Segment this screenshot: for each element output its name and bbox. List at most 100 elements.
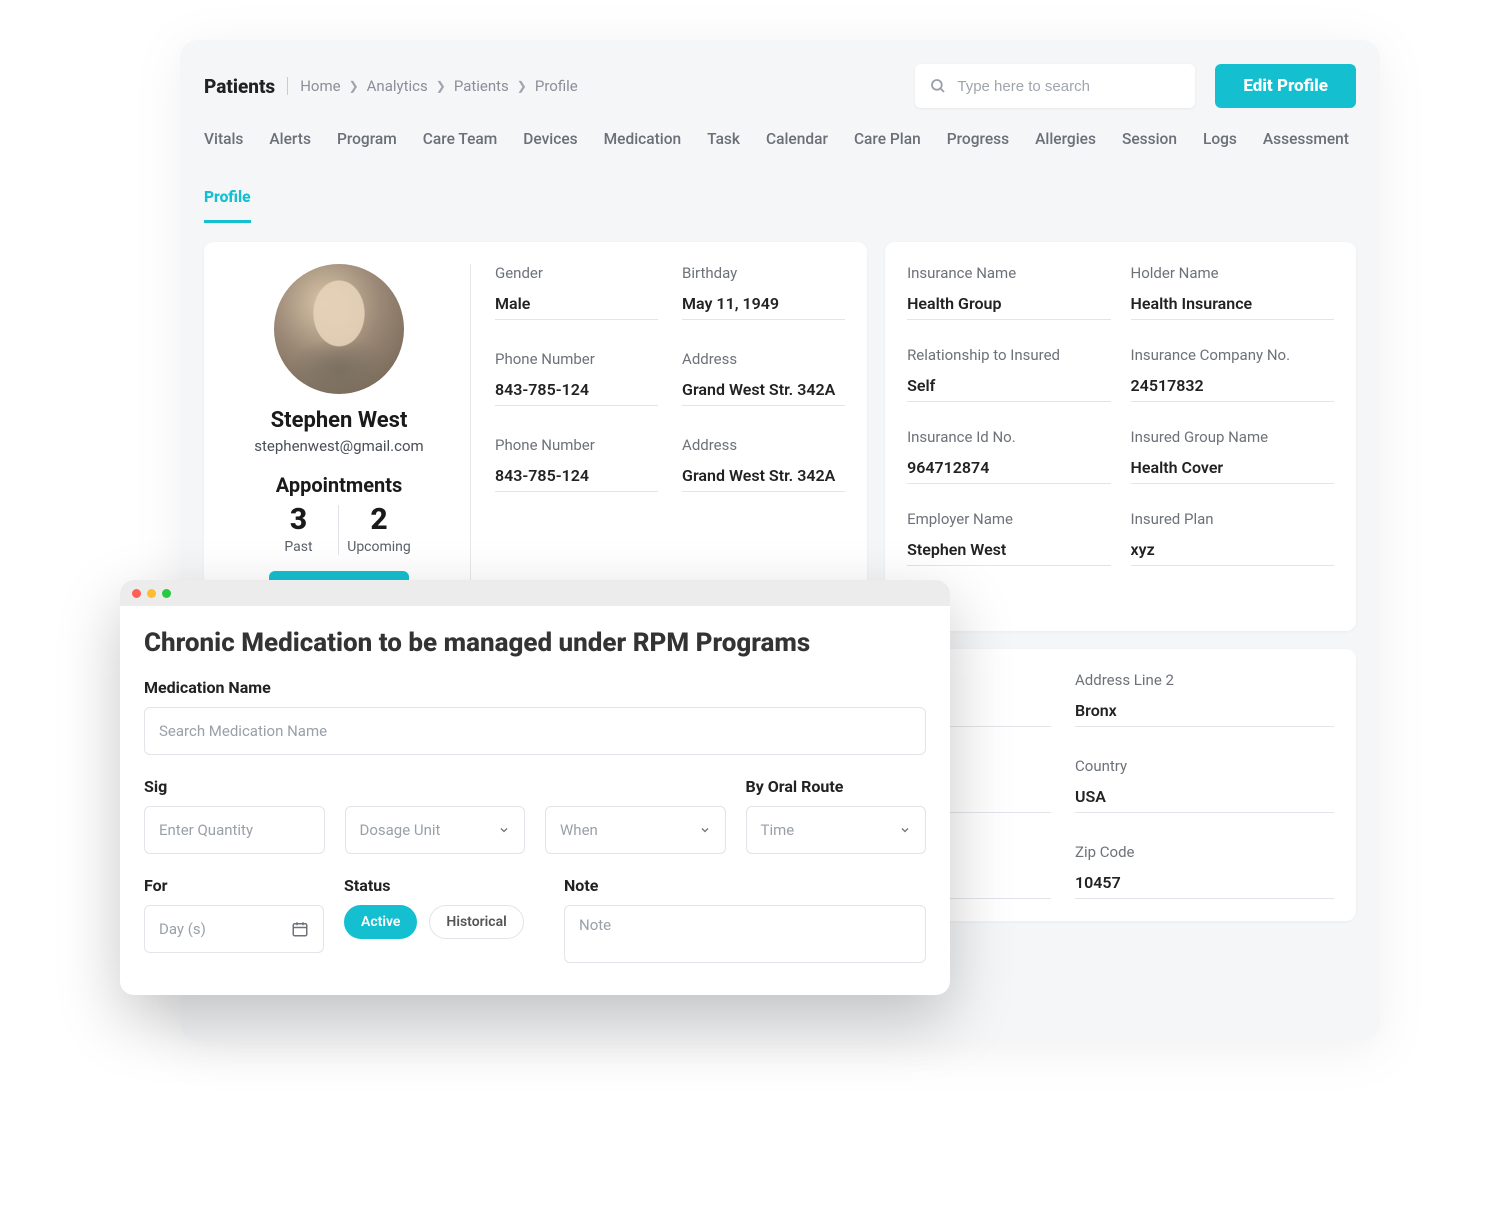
profile-column: Stephen West stephenwest@gmail.com Appoi…: [226, 264, 471, 609]
field-label: Gender: [495, 264, 658, 282]
field: Zip Code10457: [1075, 843, 1334, 899]
quantity-field[interactable]: [159, 821, 310, 839]
tab-devices[interactable]: Devices: [523, 130, 577, 162]
field: Insurance NameHealth Group: [907, 264, 1110, 320]
tab-care-team[interactable]: Care Team: [423, 130, 498, 162]
field-value: xyz: [1131, 540, 1334, 566]
status-historical-pill[interactable]: Historical: [429, 905, 523, 939]
field-value: USA: [1075, 787, 1334, 813]
field-value: 24517832: [1131, 376, 1334, 402]
upcoming-count: 2: [347, 505, 411, 535]
maximize-icon[interactable]: [162, 589, 171, 598]
when-placeholder: When: [560, 821, 598, 839]
tab-care-plan[interactable]: Care Plan: [854, 130, 921, 162]
separator: [287, 77, 288, 95]
status-active-pill[interactable]: Active: [344, 905, 417, 939]
insurance-card: Insurance NameHealth Group Holder Name Hea…: [885, 242, 1356, 631]
field: Address Grand West Str. 342A: [682, 436, 845, 492]
search-icon: [929, 77, 947, 95]
field-value: Grand West Str. 342A: [682, 380, 845, 406]
for-days-field[interactable]: [159, 920, 291, 938]
field: Holder Name Health Insurance: [1131, 264, 1334, 320]
field-value: Health Insurance: [1131, 294, 1334, 320]
tab-calendar[interactable]: Calendar: [766, 130, 828, 162]
note-label: Note: [564, 876, 926, 895]
field-label: Insurance Company No.: [1131, 346, 1334, 364]
tab-progress[interactable]: Progress: [947, 130, 1009, 162]
patient-name: Stephen West: [226, 408, 452, 433]
chevron-down-icon: [699, 824, 711, 836]
upcoming-label: Upcoming: [347, 539, 411, 555]
field: Relationship to InsuredSelf: [907, 346, 1110, 402]
edit-profile-button[interactable]: Edit Profile: [1215, 64, 1356, 108]
medication-name-input[interactable]: [144, 707, 926, 755]
field-value: 843-785-124: [495, 380, 658, 406]
field: Insured Planxyz: [1131, 510, 1334, 566]
status-label: Status: [344, 876, 544, 895]
time-select[interactable]: Time: [746, 806, 927, 854]
appointments-row: 3 Past 2 Upcoming: [226, 505, 452, 555]
tab-bar: Vitals Alerts Program Care Team Devices Medic…: [180, 130, 1380, 224]
field-label: Address Line 2: [1075, 671, 1334, 689]
past-count: 3: [267, 505, 330, 535]
tab-logs[interactable]: Logs: [1203, 130, 1237, 162]
field: Address Grand West Str. 342A: [682, 350, 845, 406]
tab-profile[interactable]: Profile: [204, 188, 251, 223]
time-placeholder: Time: [761, 821, 795, 839]
when-select[interactable]: When: [545, 806, 726, 854]
chevron-right-icon: ❯: [436, 79, 446, 93]
for-days-input[interactable]: [144, 905, 324, 953]
close-icon[interactable]: [132, 589, 141, 598]
field-value: Male: [495, 294, 658, 320]
crumb-analytics[interactable]: Analytics: [367, 77, 428, 95]
field-label: Insurance Name: [907, 264, 1110, 282]
field: Address Line 2 Bronx: [1075, 671, 1334, 727]
field-value: Bronx: [1075, 701, 1334, 727]
field-value: 843-785-124: [495, 466, 658, 492]
sig-label: Sig: [144, 777, 325, 796]
medication-name-field[interactable]: [159, 722, 911, 740]
field-label: Zip Code: [1075, 843, 1334, 861]
tab-vitals[interactable]: Vitals: [204, 130, 243, 162]
field-label: Address: [682, 350, 845, 368]
crumb-patients[interactable]: Patients: [454, 77, 509, 95]
field-label: Address: [682, 436, 845, 454]
field: CountryUSA: [1075, 757, 1334, 813]
search-input[interactable]: [915, 64, 1195, 108]
medication-name-label: Medication Name: [144, 678, 926, 697]
tab-session[interactable]: Session: [1122, 130, 1177, 162]
field-value: Stephen West: [907, 540, 1110, 566]
field-label: Relationship to Insured: [907, 346, 1110, 364]
tab-assessment[interactable]: Assessment: [1263, 130, 1349, 162]
dosage-unit-select[interactable]: Dosage Unit: [345, 806, 526, 854]
field-label: Holder Name: [1131, 264, 1334, 282]
note-textarea[interactable]: [564, 905, 926, 963]
chevron-down-icon: [899, 824, 911, 836]
field-value: May 11, 1949: [682, 294, 845, 320]
tab-alerts[interactable]: Alerts: [269, 130, 311, 162]
patient-email: stephenwest@gmail.com: [226, 437, 452, 455]
crumb-home[interactable]: Home: [300, 77, 340, 95]
field-label: Birthday: [682, 264, 845, 282]
field: Phone Number843-785-124: [495, 350, 658, 406]
for-label: For: [144, 876, 324, 895]
minimize-icon[interactable]: [147, 589, 156, 598]
field: Insurance Id No.964712874: [907, 428, 1110, 484]
quantity-input[interactable]: [144, 806, 325, 854]
tab-program[interactable]: Program: [337, 130, 397, 162]
field: Insurance Company No. 24517832: [1131, 346, 1334, 402]
field: Birthday May 11, 1949: [682, 264, 845, 320]
window-titlebar: [120, 580, 950, 606]
field-value: Health Cover: [1131, 458, 1334, 484]
avatar: [274, 264, 404, 394]
field-value: Grand West Str. 342A: [682, 466, 845, 492]
tab-task[interactable]: Task: [707, 130, 740, 162]
field-label: Phone Number: [495, 436, 658, 454]
chevron-right-icon: ❯: [349, 79, 359, 93]
search-field[interactable]: [957, 78, 1181, 95]
details-column: Gender Male Birthday May 11, 1949 Phone Numb…: [471, 264, 845, 609]
tab-allergies[interactable]: Allergies: [1035, 130, 1096, 162]
tab-medication[interactable]: Medication: [604, 130, 682, 162]
field: Insured Group NameHealth Cover: [1131, 428, 1334, 484]
crumb-profile[interactable]: Profile: [535, 77, 578, 95]
